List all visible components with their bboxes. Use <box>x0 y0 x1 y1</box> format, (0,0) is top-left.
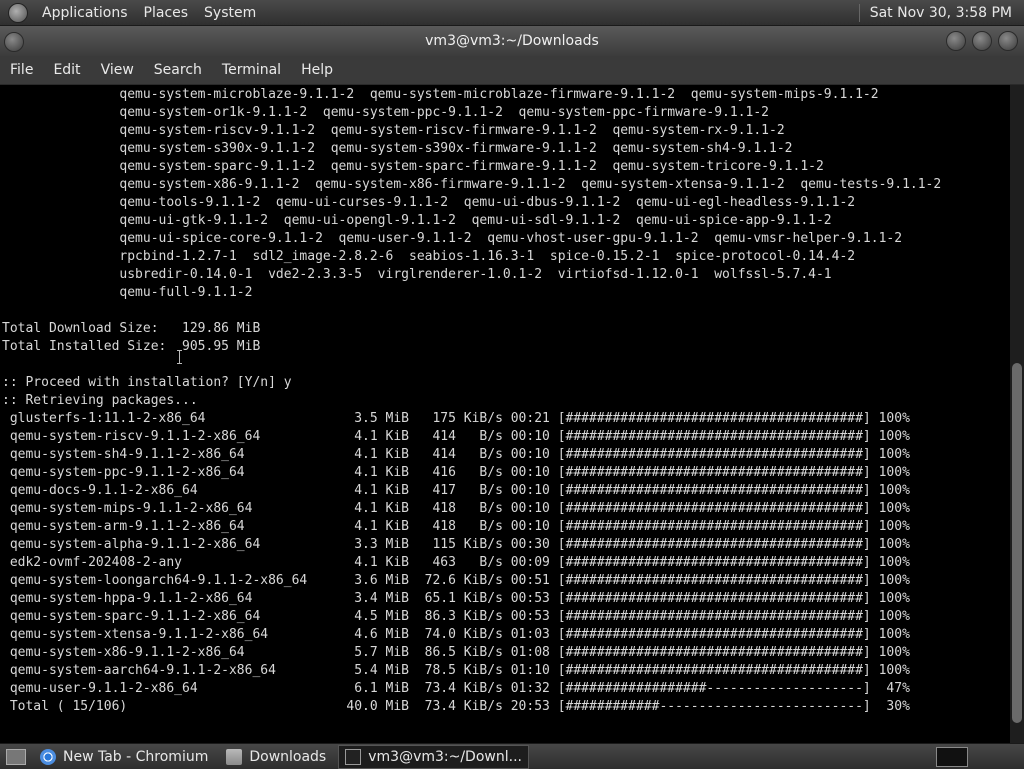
terminal-line: glusterfs-1:11.1-2-x86_64 3.5 MiB 175 Ki… <box>2 411 910 426</box>
terminal-line: qemu-system-x86-9.1.1-2 qemu-system-x86-… <box>2 177 942 192</box>
terminal-line: qemu-system-ppc-9.1.1-2-x86_64 4.1 KiB 4… <box>2 465 910 480</box>
menu-edit[interactable]: Edit <box>43 62 90 78</box>
terminal-menubar: File Edit View Search Terminal Help <box>0 56 1024 85</box>
menu-places[interactable]: Places <box>136 5 197 21</box>
terminal-line: :: Retrieving packages... <box>2 393 198 408</box>
maximize-button[interactable] <box>972 31 992 51</box>
terminal-line: usbredir-0.14.0-1 vde2-2.3.3-5 virglrend… <box>2 267 832 282</box>
distro-logo-icon[interactable] <box>8 2 28 23</box>
task-chromium[interactable]: New Tab - Chromium <box>34 746 214 768</box>
terminal-line: qemu-system-riscv-9.1.1-2-x86_64 4.1 KiB… <box>2 429 910 444</box>
terminal-line: qemu-system-xtensa-9.1.1-2-x86_64 4.6 Mi… <box>2 627 910 642</box>
terminal-scrollbar[interactable] <box>1010 85 1024 743</box>
menu-applications[interactable]: Applications <box>34 5 136 21</box>
terminal-line: qemu-full-9.1.1-2 <box>2 285 253 300</box>
menu-file[interactable]: File <box>0 62 43 78</box>
terminal-line: Total Installed Size: 905.95 MiB <box>2 339 261 354</box>
terminal-line: qemu-system-sparc-9.1.1-2 qemu-system-sp… <box>2 159 824 174</box>
terminal-text: qemu-system-microblaze-9.1.1-2 qemu-syst… <box>0 85 1010 716</box>
workspace-switcher[interactable] <box>936 746 968 767</box>
terminal-line: qemu-system-loongarch64-9.1.1-2-x86_64 3… <box>2 573 910 588</box>
terminal-line: qemu-user-9.1.1-2-x86_64 6.1 MiB 73.4 Ki… <box>2 681 910 696</box>
top-panel: Applications Places System Sat Nov 30, 3… <box>0 0 1024 26</box>
menu-system[interactable]: System <box>196 5 264 21</box>
menu-terminal[interactable]: Terminal <box>212 62 291 78</box>
text-cursor-icon <box>177 350 182 364</box>
terminal-line: qemu-system-x86-9.1.1-2-x86_64 5.7 MiB 8… <box>2 645 910 660</box>
show-desktop-icon[interactable] <box>6 748 26 765</box>
terminal-line: :: Proceed with installation? [Y/n] y <box>2 375 292 390</box>
chromium-icon <box>40 748 56 765</box>
terminal-icon <box>345 748 362 765</box>
terminal-line: qemu-system-mips-9.1.1-2-x86_64 4.1 KiB … <box>2 501 910 516</box>
bottom-panel: New Tab - Chromium Downloads vm3@vm3:~/D… <box>0 743 1024 769</box>
task-label: New Tab - Chromium <box>63 748 209 765</box>
terminal-line: qemu-system-s390x-9.1.1-2 qemu-system-s3… <box>2 141 793 156</box>
task-downloads[interactable]: Downloads <box>220 746 332 768</box>
terminal-line: Total Download Size: 129.86 MiB <box>2 321 261 336</box>
terminal-line: qemu-ui-gtk-9.1.1-2 qemu-ui-opengl-9.1.1… <box>2 213 832 228</box>
terminal-line: qemu-ui-spice-core-9.1.1-2 qemu-user-9.1… <box>2 231 903 246</box>
terminal-line: qemu-system-arm-9.1.1-2-x86_64 4.1 KiB 4… <box>2 519 910 534</box>
task-terminal[interactable]: vm3@vm3:~/Downl... <box>338 744 529 769</box>
terminal-output[interactable]: qemu-system-microblaze-9.1.1-2 qemu-syst… <box>0 85 1010 743</box>
terminal-line: qemu-system-microblaze-9.1.1-2 qemu-syst… <box>2 87 879 102</box>
task-label: Downloads <box>249 748 327 765</box>
window-controls <box>946 31 1018 51</box>
terminal-line: qemu-system-sh4-9.1.1-2-x86_64 4.1 KiB 4… <box>2 447 910 462</box>
terminal-line: qemu-system-or1k-9.1.1-2 qemu-system-ppc… <box>2 105 770 120</box>
terminal-line: qemu-system-riscv-9.1.1-2 qemu-system-ri… <box>2 123 785 138</box>
menu-view[interactable]: View <box>91 62 144 78</box>
terminal-line: edk2-ovmf-202408-2-any 4.1 KiB 463 B/s 0… <box>2 555 910 570</box>
window-menu-icon[interactable] <box>4 32 24 52</box>
terminal-line: Total ( 15/106) 40.0 MiB 73.4 KiB/s 20:5… <box>2 699 910 714</box>
menu-search[interactable]: Search <box>144 62 212 78</box>
terminal-line: qemu-system-sparc-9.1.1-2-x86_64 4.5 MiB… <box>2 609 910 624</box>
terminal-line: qemu-tools-9.1.1-2 qemu-ui-curses-9.1.1-… <box>2 195 856 210</box>
folder-icon <box>226 748 243 765</box>
close-button[interactable] <box>998 31 1018 51</box>
terminal-line: qemu-system-aarch64-9.1.1-2-x86_64 5.4 M… <box>2 663 910 678</box>
window-title: vm3@vm3:~/Downloads <box>425 33 599 49</box>
terminal-line: qemu-system-hppa-9.1.1-2-x86_64 3.4 MiB … <box>2 591 910 606</box>
terminal-line: rpcbind-1.2.7-1 sdl2_image-2.8.2-6 seabi… <box>2 249 856 264</box>
window-titlebar[interactable]: vm3@vm3:~/Downloads <box>0 26 1024 56</box>
terminal-line: qemu-docs-9.1.1-2-x86_64 4.1 KiB 417 B/s… <box>2 483 910 498</box>
minimize-button[interactable] <box>946 31 966 51</box>
menu-help[interactable]: Help <box>291 62 343 78</box>
panel-clock[interactable]: Sat Nov 30, 3:58 PM <box>860 5 1024 21</box>
terminal-line: qemu-system-alpha-9.1.1-2-x86_64 3.3 MiB… <box>2 537 910 552</box>
scrollbar-thumb[interactable] <box>1012 363 1022 723</box>
task-label: vm3@vm3:~/Downl... <box>368 748 522 765</box>
